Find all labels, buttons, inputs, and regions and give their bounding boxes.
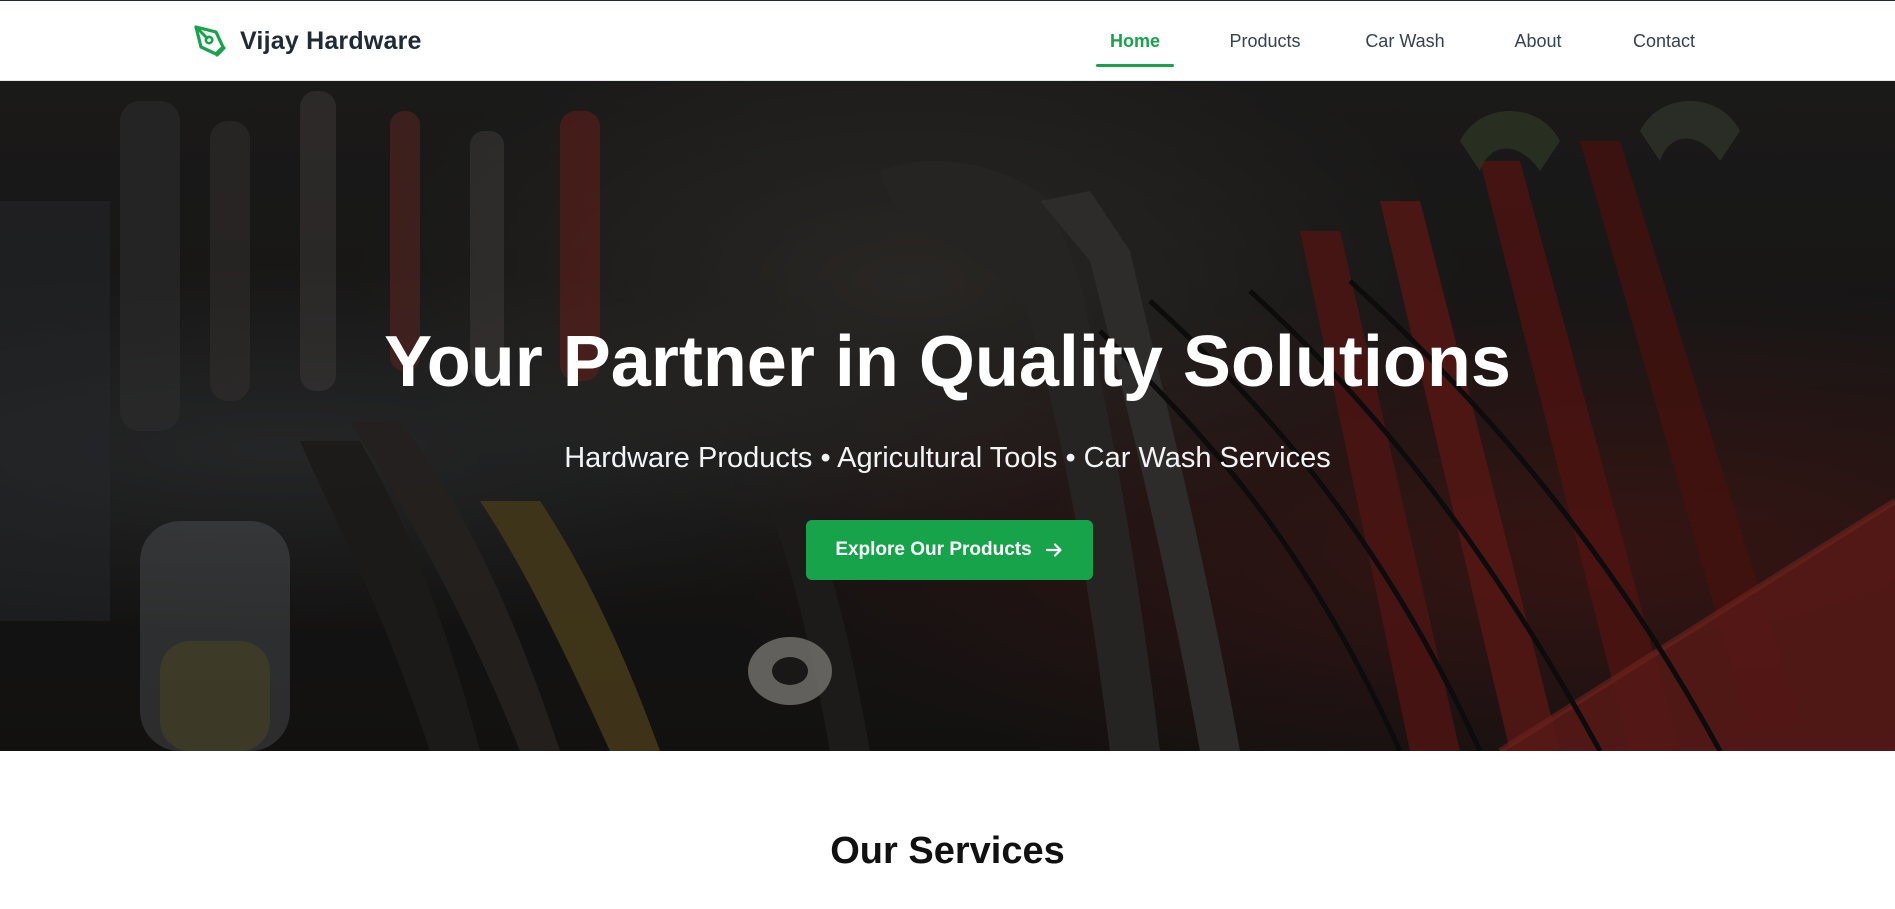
explore-products-button[interactable]: Explore Our Products: [806, 520, 1093, 580]
active-indicator: [1096, 64, 1174, 67]
nav-label-contact: Contact: [1632, 30, 1696, 51]
explore-products-label: Explore Our Products: [835, 539, 1032, 560]
nav-link-about[interactable]: About: [1505, 1, 1571, 81]
nav-link-contact[interactable]: Contact: [1626, 1, 1702, 81]
nav-label-products: Products: [1229, 30, 1301, 51]
nav-label-about: About: [1514, 30, 1562, 51]
nav-link-products[interactable]: Products: [1222, 1, 1308, 81]
nav-link-home[interactable]: Home: [1096, 1, 1174, 81]
hero-title: Your Partner in Quality Solutions: [384, 322, 1511, 402]
hero-section: Your Partner in Quality Solutions Hardwa…: [0, 81, 1895, 751]
hero-dark-overlay: [0, 81, 1895, 751]
nav-label-home: Home: [1109, 30, 1160, 51]
arrow-right-icon: [1045, 543, 1062, 557]
brand-link[interactable]: Vijay Hardware: [190, 21, 422, 61]
brand-name: Vijay Hardware: [240, 26, 422, 55]
nav-link-car-wash[interactable]: Car Wash: [1360, 1, 1450, 81]
hero-subtitle: Hardware Products • Agricultural Tools •…: [564, 442, 1331, 474]
pen-nib-icon: [194, 25, 226, 57]
nav-label-car-wash: Car Wash: [1365, 30, 1445, 51]
navbar: Vijay Hardware Home Products Car Wash Ab…: [0, 1, 1895, 81]
services-section-title: Our Services: [830, 830, 1065, 872]
